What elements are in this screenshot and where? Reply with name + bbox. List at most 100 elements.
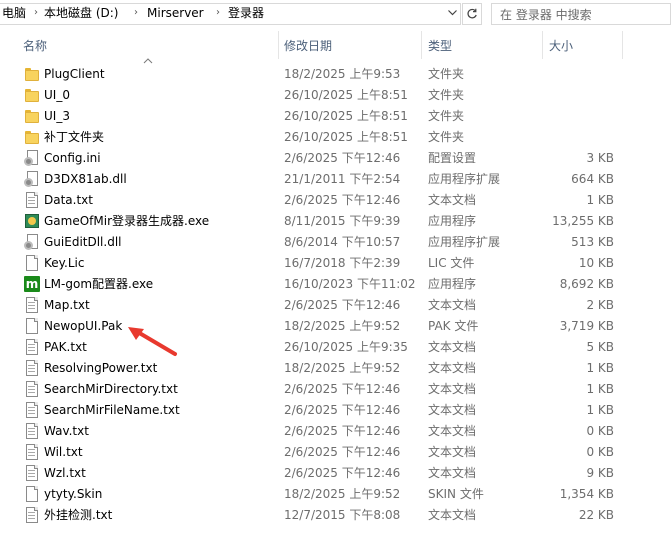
file-type: 文本文档 <box>428 193 477 207</box>
file-date: 18/2/2025 上午9:52 <box>284 361 401 375</box>
text-file-icon <box>24 444 40 460</box>
list-item[interactable]: Data.txt 2/6/2025 下午12:46 文本文档 1 KB <box>16 190 634 211</box>
column-name-header[interactable]: 名称 <box>23 38 47 54</box>
chevron-down-icon[interactable] <box>443 3 461 25</box>
list-item[interactable]: NewopUI.Pak 18/2/2025 上午9:52 PAK 文件 3,719 K… <box>16 316 634 337</box>
list-item[interactable]: D3DX81ab.dll 21/1/2011 下午2:54 应用程序扩展 664 KB <box>16 169 634 190</box>
list-item[interactable]: SearchMirFileName.txt 2/6/2025 下午12:46 文本文… <box>16 400 634 421</box>
file-size: 8,692 KB <box>559 277 614 291</box>
file-type: SKIN 文件 <box>428 487 484 501</box>
dll-file-icon <box>24 234 40 250</box>
breadcrumb-current-folder[interactable]: 登录器 <box>228 5 264 21</box>
column-date-header[interactable]: 修改日期 <box>284 38 332 54</box>
list-item[interactable]: Wil.txt 2/6/2025 下午12:46 文本文档 0 KB <box>16 442 634 463</box>
list-item[interactable]: ResolvingPower.txt 18/2/2025 上午9:52 文本文档 1 … <box>16 358 634 379</box>
breadcrumb-separator-icon[interactable]: › <box>34 5 38 21</box>
file-date: 2/6/2025 下午12:46 <box>284 193 401 207</box>
file-size: 22 KB <box>578 508 614 522</box>
text-file-icon <box>24 360 40 376</box>
file-type: PAK 文件 <box>428 319 479 333</box>
red-arrow-annotation <box>128 327 177 356</box>
file-name: SearchMirDirectory.txt <box>44 382 178 396</box>
search-placeholder: 在 登录器 中搜索 <box>500 8 592 22</box>
breadcrumb-separator-icon[interactable]: › <box>134 5 138 21</box>
file-date: 26/10/2025 上午8:51 <box>284 109 408 123</box>
file-type: LIC 文件 <box>428 256 475 270</box>
list-item[interactable]: 外挂检测.txt 12/7/2015 下午8:08 文本文档 22 KB <box>16 505 634 526</box>
list-item[interactable]: GuiEditDll.dll 8/6/2014 下午10:57 应用程序扩展 513 … <box>16 232 634 253</box>
list-item[interactable]: 补丁文件夹 26/10/2025 上午8:51 文件夹 <box>16 127 634 148</box>
file-icon <box>24 318 40 334</box>
file-name: Wil.txt <box>44 445 83 459</box>
file-date: 2/6/2025 下午12:46 <box>284 403 401 417</box>
file-size: 1 KB <box>586 361 614 375</box>
file-type: 文本文档 <box>428 361 477 375</box>
file-size: 513 KB <box>571 235 614 249</box>
file-date: 21/1/2011 下午2:54 <box>284 172 401 186</box>
breadcrumb-mirserver[interactable]: Mirserver <box>147 5 204 21</box>
config-file-icon <box>24 150 40 166</box>
file-date: 2/6/2025 下午12:46 <box>284 298 401 312</box>
file-date: 18/2/2025 上午9:53 <box>284 67 401 81</box>
text-file-icon <box>24 381 40 397</box>
list-item[interactable]: GameOfMir登录器生成器.exe 8/11/2015 下午9:39 应用程序 1… <box>16 211 634 232</box>
file-size: 2 KB <box>586 298 614 312</box>
file-date: 18/2/2025 上午9:52 <box>284 319 401 333</box>
list-item[interactable]: PlugClient 18/2/2025 上午9:53 文件夹 <box>16 64 634 85</box>
file-name: GameOfMir登录器生成器.exe <box>44 214 210 228</box>
file-name: UI_3 <box>44 109 70 123</box>
file-size: 10 KB <box>578 256 614 270</box>
list-item[interactable]: UI_0 26/10/2025 上午8:51 文件夹 <box>16 85 634 106</box>
list-item[interactable]: UI_3 26/10/2025 上午8:51 文件夹 <box>16 106 634 127</box>
file-date: 2/6/2025 下午12:46 <box>284 382 401 396</box>
file-date: 16/7/2018 下午2:39 <box>284 256 401 270</box>
file-name: GuiEditDll.dll <box>44 235 122 249</box>
lm-app-icon: m <box>24 276 40 292</box>
folder-icon <box>24 129 40 145</box>
breadcrumb-separator-icon[interactable]: › <box>216 5 220 21</box>
list-item[interactable]: Config.ini 2/6/2025 下午12:46 配置设置 3 KB <box>16 148 634 169</box>
list-item[interactable]: Key.Lic 16/7/2018 下午2:39 LIC 文件 10 KB <box>16 253 634 274</box>
column-divider[interactable] <box>542 31 543 59</box>
file-size: 1 KB <box>586 382 614 396</box>
file-date: 26/10/2025 上午9:35 <box>284 340 408 354</box>
dll-file-icon <box>24 171 40 187</box>
file-type: 文本文档 <box>428 340 477 354</box>
column-header: 名称 修改日期 类型 大小 <box>0 29 671 64</box>
file-type: 文件夹 <box>428 67 465 81</box>
text-file-icon <box>24 297 40 313</box>
file-size: 1,354 KB <box>559 487 614 501</box>
column-divider[interactable] <box>421 31 422 59</box>
column-divider[interactable] <box>622 31 623 59</box>
list-item[interactable]: PAK.txt 26/10/2025 上午9:35 文本文档 5 KB <box>16 337 634 358</box>
list-item[interactable]: Wav.txt 2/6/2025 下午12:46 文本文档 0 KB <box>16 421 634 442</box>
file-size: 3 KB <box>586 151 614 165</box>
list-item[interactable]: Wzl.txt 2/6/2025 下午12:46 文本文档 9 KB <box>16 463 634 484</box>
list-item[interactable]: ytyty.Skin 18/2/2025 上午9:52 SKIN 文件 1,354 K… <box>16 484 634 505</box>
list-item[interactable]: SearchMirDirectory.txt 2/6/2025 下午12:46 文本… <box>16 379 634 400</box>
column-type-header[interactable]: 类型 <box>428 38 452 54</box>
search-input[interactable]: 在 登录器 中搜索 <box>491 3 671 25</box>
file-size: 0 KB <box>586 424 614 438</box>
text-file-icon <box>24 507 40 523</box>
refresh-icon[interactable] <box>462 3 482 25</box>
file-date: 26/10/2025 上午8:51 <box>284 88 408 102</box>
column-size-header[interactable]: 大小 <box>549 38 573 54</box>
file-name: LM-gom配置器.exe <box>44 277 154 291</box>
column-divider[interactable] <box>278 31 279 59</box>
list-item[interactable]: m LM-gom配置器.exe 16/10/2023 下午11:02 应用程序 8,69… <box>16 274 634 295</box>
file-name: 外挂检测.txt <box>44 508 113 522</box>
breadcrumb-drive[interactable]: 本地磁盘 (D:) <box>44 5 118 21</box>
file-name: D3DX81ab.dll <box>44 172 127 186</box>
file-name: PAK.txt <box>44 340 87 354</box>
file-name: UI_0 <box>44 88 70 102</box>
file-type: 文本文档 <box>428 298 477 312</box>
file-date: 8/6/2014 下午10:57 <box>284 235 401 249</box>
file-name: Map.txt <box>44 298 90 312</box>
breadcrumb-pc[interactable]: 电脑 <box>2 5 26 21</box>
file-size: 0 KB <box>586 445 614 459</box>
file-type: 配置设置 <box>428 151 477 165</box>
list-item[interactable]: Map.txt 2/6/2025 下午12:46 文本文档 2 KB <box>16 295 634 316</box>
file-date: 8/11/2015 下午9:39 <box>284 214 401 228</box>
file-type: 应用程序 <box>428 277 477 291</box>
